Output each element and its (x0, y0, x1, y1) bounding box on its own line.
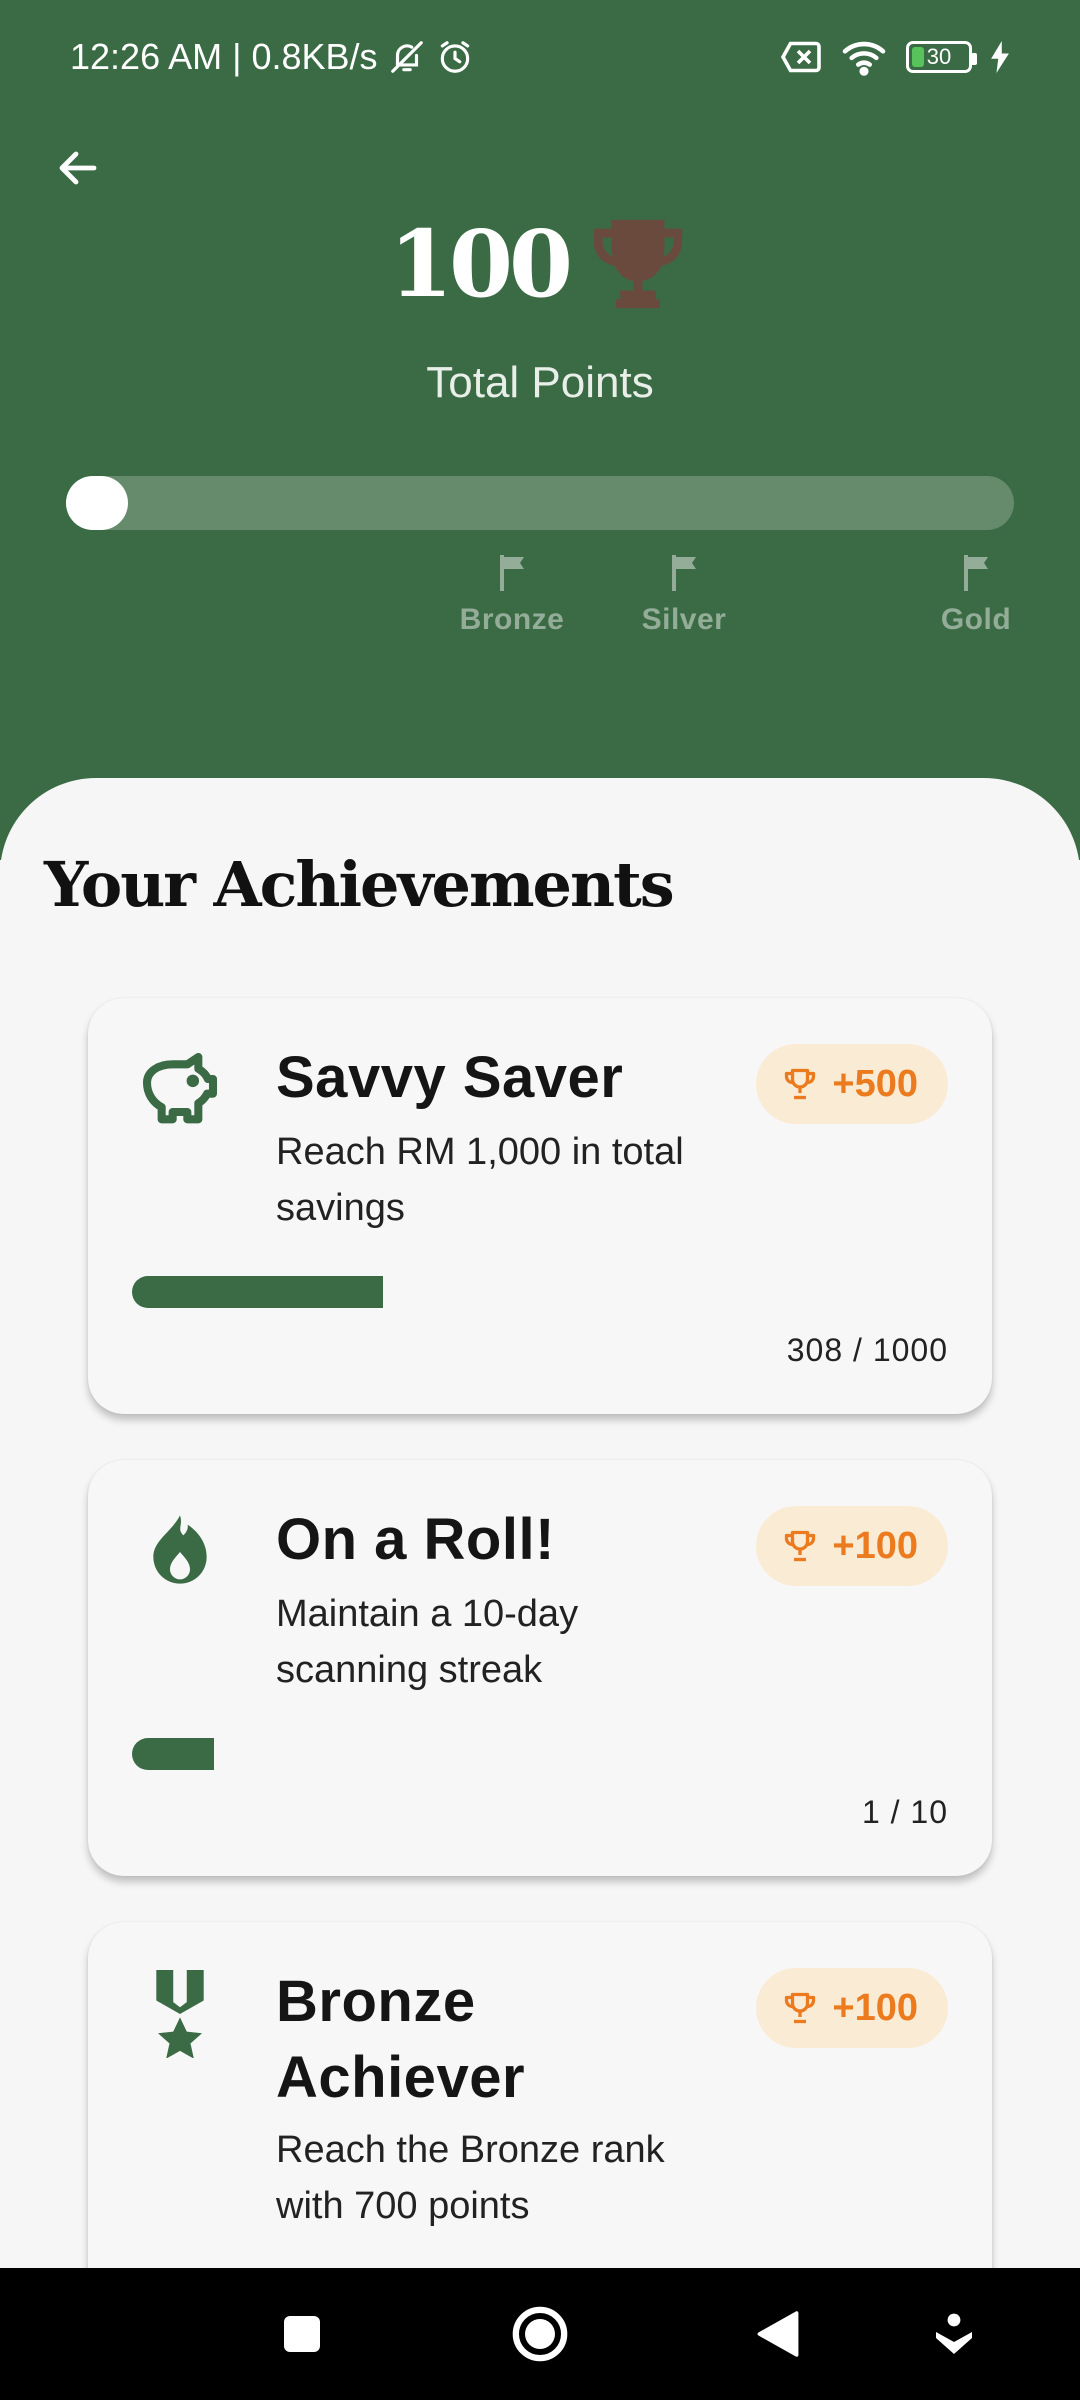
trophy-icon (785, 1992, 816, 2024)
bell-off-icon (390, 41, 423, 73)
milestone-label: Bronze (459, 603, 565, 636)
milestone-silver: Silver (614, 555, 754, 637)
achievement-progress-bar (132, 1276, 383, 1308)
achievement-progress-bar (132, 1738, 214, 1770)
milestone-label: Gold (940, 603, 1012, 636)
achievement-progress-text: 308 / 1000 (786, 1332, 948, 1368)
wifi-icon (842, 41, 886, 76)
recents-square-icon (284, 2316, 320, 2352)
battery-level: 30 (926, 44, 952, 69)
achievement-progress-text: 1 / 10 (861, 1794, 948, 1830)
points-row: 100 (0, 210, 1080, 318)
sim-x-icon (780, 41, 821, 73)
flag-icon (964, 555, 988, 591)
section-title: Your Achievements (44, 848, 675, 921)
trophy-icon (593, 219, 683, 309)
alarm-icon (440, 41, 469, 73)
charging-icon (991, 41, 1009, 73)
status-left: 12:26 AM | 0.8KB/s (70, 36, 474, 78)
piggy-bank-icon (136, 1046, 224, 1134)
reward-points: +100 (832, 1986, 918, 2029)
back-nav-button[interactable] (748, 2304, 808, 2364)
achievement-title: Bronze Achiever (276, 1969, 526, 2110)
header-panel (0, 0, 1080, 860)
achievement-title: On a Roll! (276, 1507, 555, 1572)
system-nav-bar (0, 2268, 1080, 2400)
flag-icon (672, 555, 696, 591)
rank-progress-track (66, 476, 1014, 530)
assistant-button[interactable] (924, 2304, 984, 2364)
arrow-left-icon (59, 151, 97, 185)
achievement-card-on-a-roll[interactable]: On a Roll! Maintain a 10-day scanning st… (88, 1460, 992, 1876)
reward-badge: +100 (756, 1506, 948, 1586)
total-points-label: Total Points (426, 358, 654, 407)
back-button[interactable] (46, 136, 110, 200)
rank-progress-knob (66, 476, 128, 530)
achievement-card-savvy-saver[interactable]: Savvy Saver Reach RM 1,000 in total savi… (88, 998, 992, 1414)
milestone-bronze: Bronze (442, 555, 582, 637)
milestone-gold: Gold (906, 555, 1046, 637)
achievement-description: Reach the Bronze rank with 700 points (276, 2129, 665, 2227)
reward-points: +500 (832, 1062, 918, 1105)
battery-icon: 30 (906, 41, 977, 73)
home-circle-icon (512, 2306, 568, 2362)
back-triangle-icon (757, 2311, 799, 2357)
total-points-value: 100 (388, 210, 573, 318)
home-button[interactable] (510, 2304, 570, 2364)
trophy-icon (785, 1068, 816, 1100)
reward-points: +100 (832, 1524, 918, 1567)
reward-badge: +100 (756, 1968, 948, 2048)
milestone-label: Silver (641, 603, 727, 636)
medal-icon (136, 1970, 224, 2058)
achievement-description: Maintain a 10-day scanning streak (276, 1593, 579, 1691)
fire-icon (136, 1508, 224, 1596)
trophy-icon (785, 1530, 816, 1562)
status-right: 30 (780, 38, 1010, 76)
status-bar: 12:26 AM | 0.8KB/s 30 (0, 0, 1080, 120)
recents-button[interactable] (272, 2304, 332, 2364)
flag-icon (500, 555, 524, 591)
status-time-speed: 12:26 AM | 0.8KB/s (70, 36, 378, 77)
achievement-description: Reach RM 1,000 in total savings (276, 1131, 684, 1229)
assistant-icon (936, 2313, 972, 2354)
reward-badge: +500 (756, 1044, 948, 1124)
achievement-title: Savvy Saver (276, 1045, 624, 1110)
